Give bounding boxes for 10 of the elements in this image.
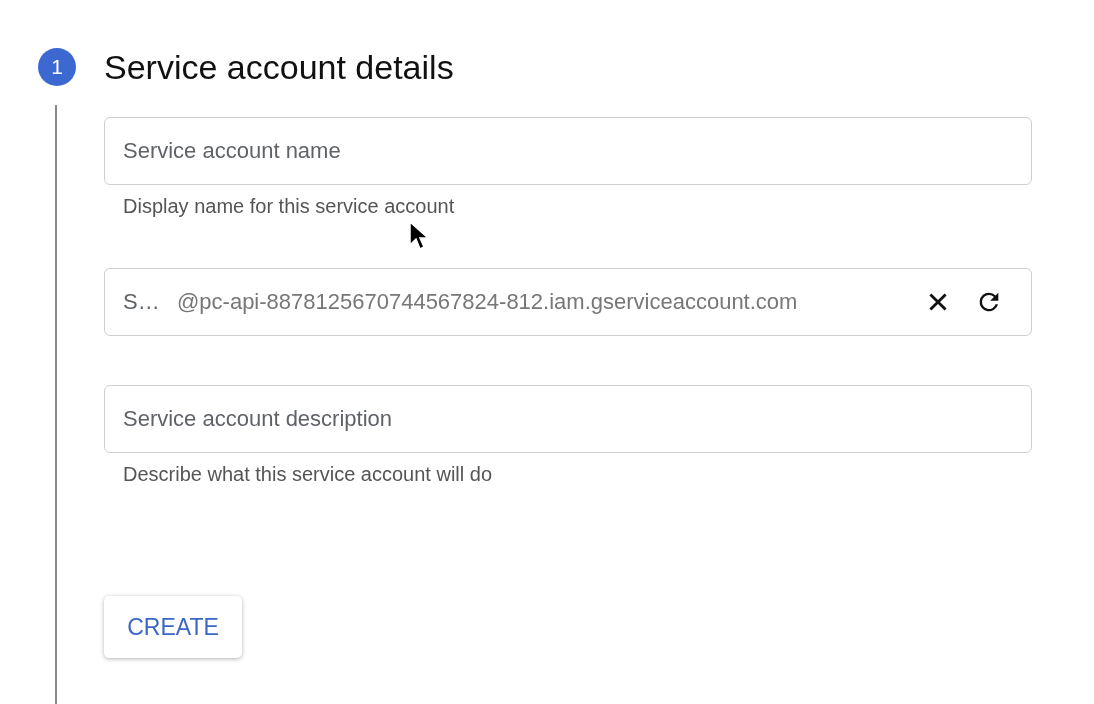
step-number: 1: [38, 48, 76, 86]
section-title: Service account details: [104, 48, 454, 86]
helper-text: Display name for this service account: [122, 194, 456, 219]
helper-text: Describe what this service account will do: [122, 462, 494, 487]
account-id-input[interactable]: S…: [123, 289, 163, 315]
text-field[interactable]: Service account name: [104, 117, 1032, 185]
create-button[interactable]: CREATE: [104, 596, 242, 658]
domain-suffix: @pc-api-8878125670744567824-812.iam.gserviceaccount.com: [177, 289, 799, 315]
account-id-field[interactable]: S… @pc-api-8878125670744567824-812.iam.gserviceaccount.com: [104, 268, 1032, 336]
text-field[interactable]: Service account description: [104, 385, 1032, 453]
